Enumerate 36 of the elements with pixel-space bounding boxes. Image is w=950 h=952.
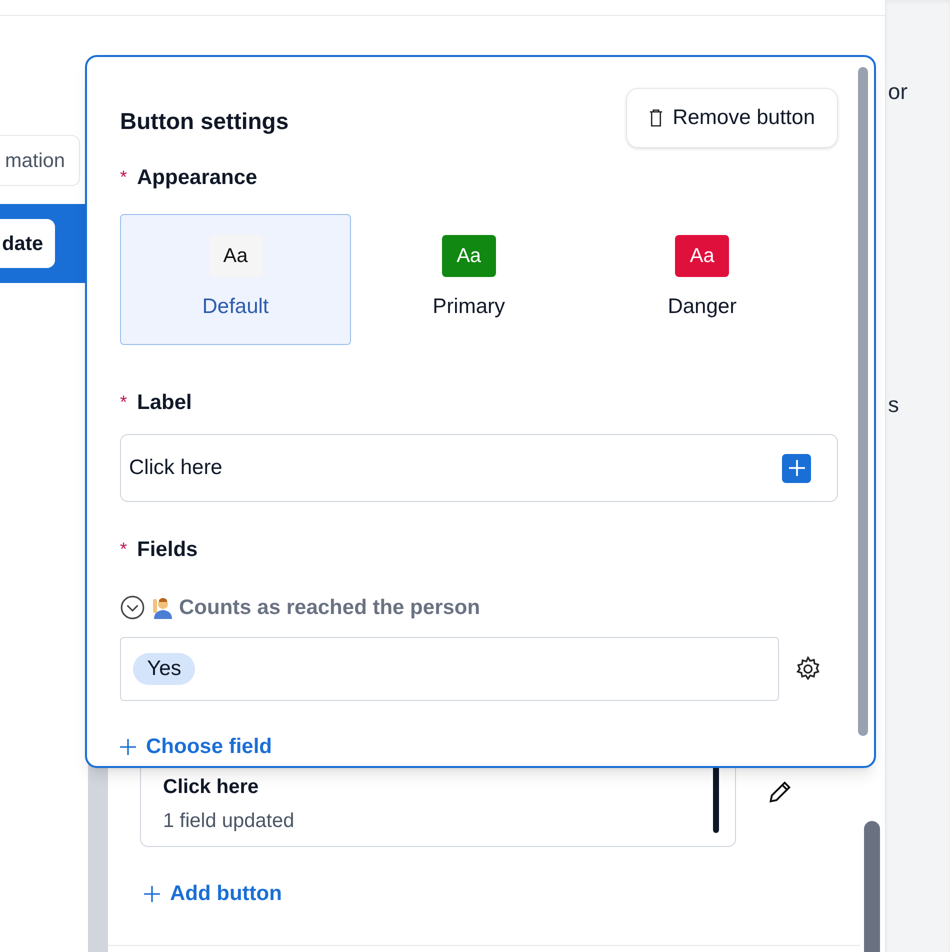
- field-label: Appearance: [137, 165, 258, 191]
- add-button[interactable]: Add button: [142, 878, 282, 910]
- style-swatch: Aa: [675, 235, 730, 278]
- option-label: Danger: [668, 294, 737, 320]
- value-tag: Yes: [133, 653, 196, 685]
- remove-button[interactable]: Remove button: [626, 88, 838, 148]
- label-input[interactable]: Click here: [120, 434, 838, 502]
- person-raising-hand-icon: [151, 595, 173, 620]
- style-swatch: Aa: [208, 235, 262, 278]
- field-label: Label: [137, 390, 192, 416]
- tab[interactable]: mation: [0, 135, 80, 186]
- field-label: Fields: [137, 537, 198, 563]
- card-title: Click here: [163, 775, 260, 800]
- popover-title: Button settings: [120, 106, 289, 136]
- plus-icon: [142, 884, 162, 904]
- field-name: Counts as reached the person: [179, 594, 480, 620]
- button-chip[interactable]: date: [0, 219, 56, 268]
- card-summary: 1 field updated: [163, 809, 296, 834]
- appearance-option[interactable]: Aa Danger: [586, 214, 818, 344]
- value-field[interactable]: Yes: [120, 637, 779, 701]
- trash-icon: [648, 109, 663, 127]
- appearance-option[interactable]: Aa Primary: [353, 214, 584, 344]
- required-mark: *: [120, 166, 128, 190]
- option-label: Primary: [432, 294, 505, 320]
- choose-field-button[interactable]: Choose field: [118, 731, 272, 762]
- option-label: Default: [202, 294, 269, 320]
- partial-text: s: [888, 391, 900, 419]
- settings-icon[interactable]: [795, 656, 821, 682]
- plus-icon: [118, 736, 138, 757]
- plus-icon[interactable]: [782, 454, 811, 482]
- required-mark: *: [120, 390, 128, 414]
- style-swatch: Aa: [442, 235, 496, 278]
- partial-text: or: [888, 78, 909, 106]
- required-mark: *: [120, 538, 128, 562]
- appearance-option[interactable]: Aa Default: [120, 214, 351, 344]
- collapse-toggle-icon[interactable]: [120, 594, 145, 620]
